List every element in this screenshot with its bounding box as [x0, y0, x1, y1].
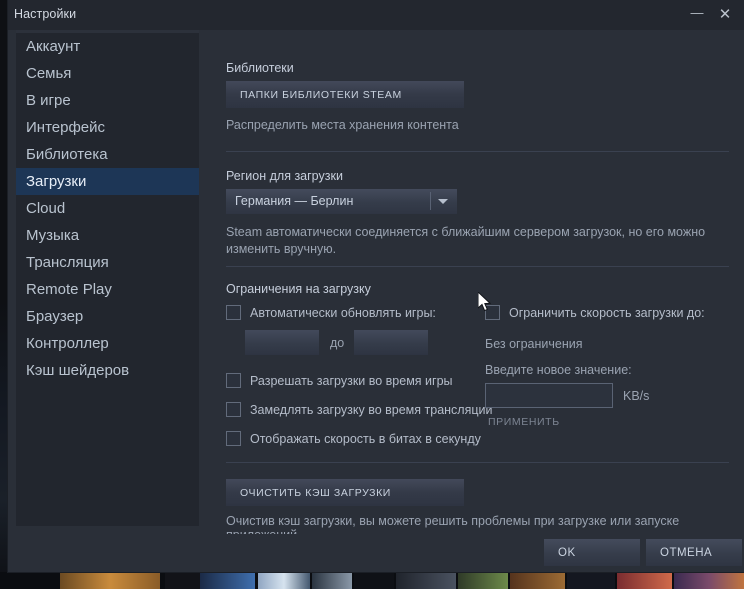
- bits-display-label: Отображать скорость в битах в секунду: [250, 431, 481, 446]
- capsule-art: [510, 572, 565, 589]
- sidebar-item-downloads[interactable]: Загрузки: [16, 168, 199, 195]
- limit-speed-label: Ограничить скорость загрузки до:: [509, 305, 705, 320]
- libraries-heading: Библиотеки: [226, 61, 294, 75]
- speed-unit-label: KB/s: [623, 389, 650, 403]
- auto-update-time-to-select[interactable]: [354, 330, 428, 355]
- capsule-art: [674, 572, 744, 589]
- steam-library-folders-button[interactable]: ПАПКИ БИБЛИОТЕКИ STEAM: [226, 81, 464, 108]
- sidebar-item-interface[interactable]: Интерфейс: [16, 114, 199, 141]
- capsule-art: [312, 572, 352, 589]
- apply-speed-limit-button[interactable]: ПРИМЕНИТЬ: [482, 415, 566, 429]
- auto-update-label: Автоматически обновлять игры:: [250, 305, 436, 320]
- sidebar-item-shader-cache[interactable]: Кэш шейдеров: [16, 357, 199, 384]
- auto-update-checkbox[interactable]: [226, 305, 241, 320]
- ok-button[interactable]: OK: [544, 539, 640, 566]
- window-title: Настройки: [14, 7, 77, 21]
- sidebar-item-music[interactable]: Музыка: [16, 222, 199, 249]
- title-bar: Настройки — ✕: [8, 0, 744, 30]
- dialog-footer: OK ОТМЕНА: [16, 534, 744, 572]
- region-heading: Регион для загрузки: [226, 169, 343, 183]
- sidebar-item-remote-play[interactable]: Remote Play: [16, 276, 199, 303]
- capsule-art: [567, 572, 615, 589]
- sidebar-item-cloud[interactable]: Cloud: [16, 195, 199, 222]
- settings-sidebar: Аккаунт Семья В игре Интерфейс Библиотек…: [16, 30, 199, 526]
- throttle-while-broadcasting-row[interactable]: Замедлять загрузку во время трансляции: [226, 402, 492, 417]
- auto-update-time-from-select[interactable]: [245, 330, 319, 355]
- auto-update-row[interactable]: Автоматически обновлять игры:: [226, 305, 436, 320]
- allow-downloads-checkbox[interactable]: [226, 373, 241, 388]
- sidebar-item-controller[interactable]: Контроллер: [16, 330, 199, 357]
- bits-display-checkbox[interactable]: [226, 431, 241, 446]
- dropdown-separator: [430, 192, 431, 210]
- background-left-edge: [0, 0, 8, 589]
- divider-libraries: [226, 151, 729, 152]
- capsule-art: [458, 572, 508, 589]
- download-region-dropdown[interactable]: Германия — Берлин: [226, 189, 457, 214]
- capsule-art: [258, 572, 310, 589]
- sidebar-item-family[interactable]: Семья: [16, 60, 199, 87]
- cache-description: Очистив кэш загрузки, вы можете решить п…: [226, 514, 680, 534]
- capsule-art: [617, 572, 672, 589]
- capsule-art: [60, 572, 160, 589]
- sidebar-item-account[interactable]: Аккаунт: [16, 33, 199, 60]
- cancel-button[interactable]: ОТМЕНА: [646, 539, 742, 566]
- window-body: Аккаунт Семья В игре Интерфейс Библиотек…: [8, 30, 744, 534]
- time-range-separator-label: до: [330, 336, 345, 350]
- allow-downloads-while-playing-row[interactable]: Разрешать загрузки во время игры: [226, 373, 453, 388]
- limit-download-speed-row[interactable]: Ограничить скорость загрузки до:: [485, 305, 705, 320]
- libraries-description: Распределить места хранения контента: [226, 118, 459, 132]
- sidebar-item-broadcast[interactable]: Трансляция: [16, 249, 199, 276]
- clear-download-cache-button[interactable]: ОЧИСТИТЬ КЭШ ЗАГРУЗКИ: [226, 479, 464, 506]
- restrictions-heading: Ограничения на загрузку: [226, 282, 371, 296]
- divider-restrictions: [226, 462, 729, 463]
- sidebar-item-browser[interactable]: Браузер: [16, 303, 199, 330]
- settings-content-downloads: Библиотеки ПАПКИ БИБЛИОТЕКИ STEAM Распре…: [199, 30, 736, 534]
- throttle-broadcast-checkbox[interactable]: [226, 402, 241, 417]
- download-speed-input[interactable]: [485, 383, 613, 408]
- divider-region: [226, 266, 729, 267]
- sidebar-item-in-game[interactable]: В игре: [16, 87, 199, 114]
- background-game-capsules: [0, 572, 744, 589]
- region-description: Steam автоматически соединяется с ближай…: [226, 225, 706, 256]
- capsule-art: [354, 572, 394, 589]
- throttle-broadcast-label: Замедлять загрузку во время трансляции: [250, 402, 493, 417]
- minimize-icon[interactable]: —: [684, 0, 710, 30]
- download-region-value: Германия — Берлин: [235, 194, 354, 208]
- allow-downloads-label: Разрешать загрузки во время игры: [250, 373, 453, 388]
- capsule-art: [396, 572, 456, 589]
- settings-window: Настройки — ✕ Аккаунт Семья В игре Интер…: [8, 0, 744, 572]
- sidebar-item-library[interactable]: Библиотека: [16, 141, 199, 168]
- display-bits-per-second-row[interactable]: Отображать скорость в битах в секунду: [226, 431, 481, 446]
- close-icon[interactable]: ✕: [712, 0, 738, 30]
- capsule-art: [200, 572, 255, 589]
- new-value-label: Введите новое значение:: [485, 363, 632, 377]
- current-limit-text: Без ограничения: [485, 337, 583, 351]
- limit-speed-checkbox[interactable]: [485, 305, 500, 320]
- chevron-down-icon: [438, 199, 448, 204]
